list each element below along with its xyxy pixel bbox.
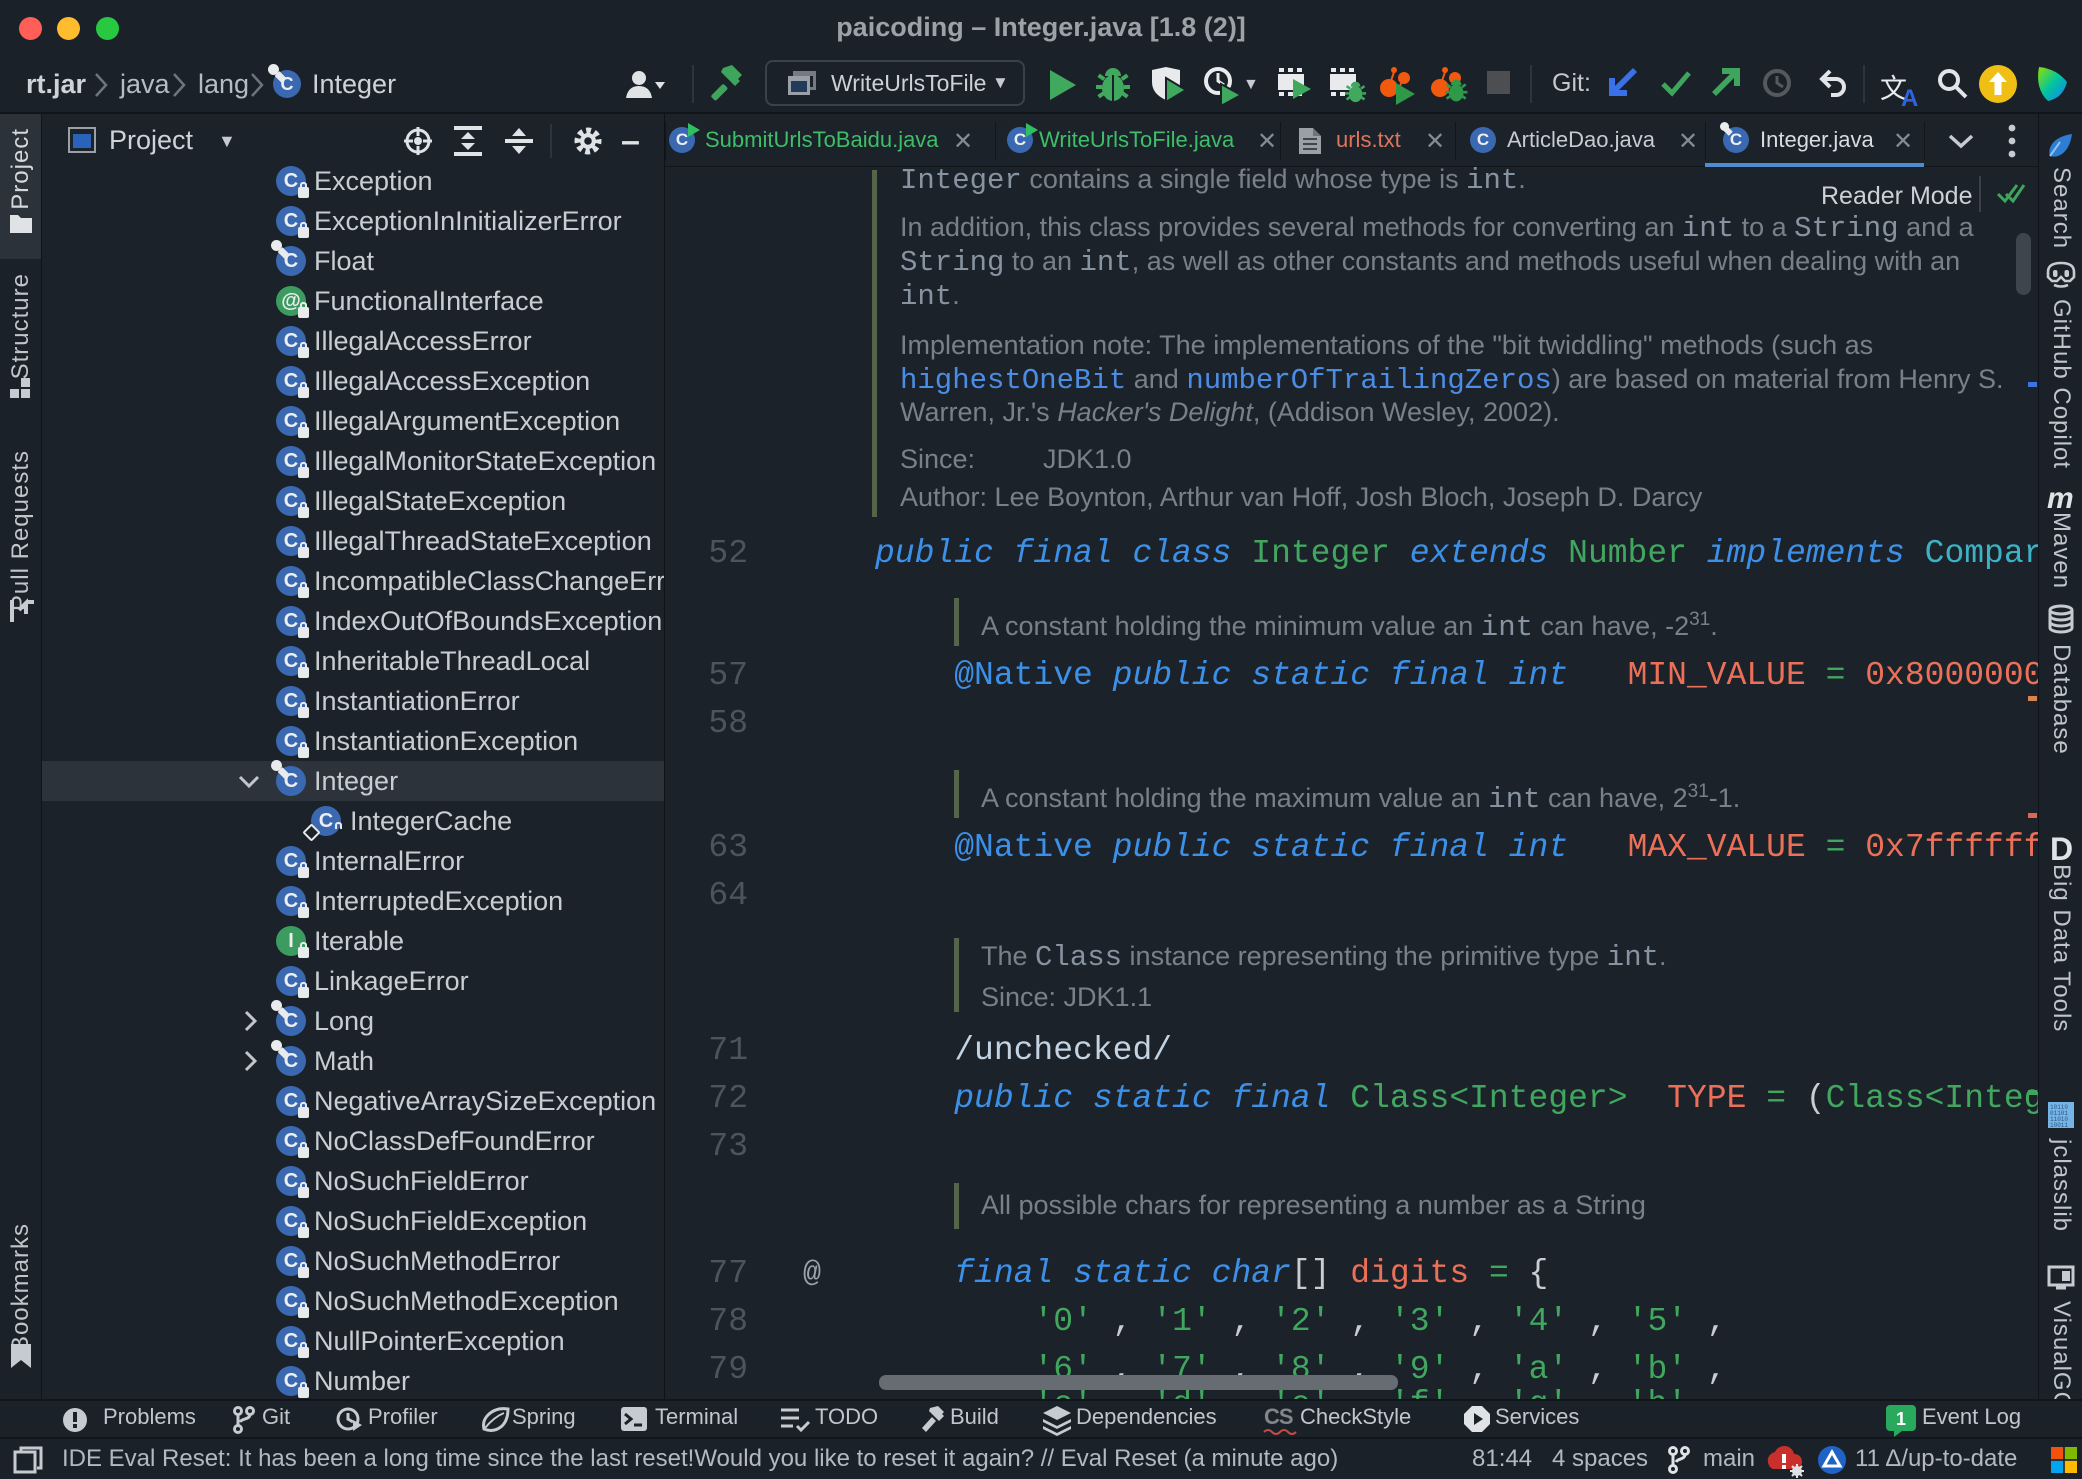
svg-text:1: 1 xyxy=(1896,1409,1906,1429)
svg-text:10011: 10011 xyxy=(2050,1122,2068,1129)
